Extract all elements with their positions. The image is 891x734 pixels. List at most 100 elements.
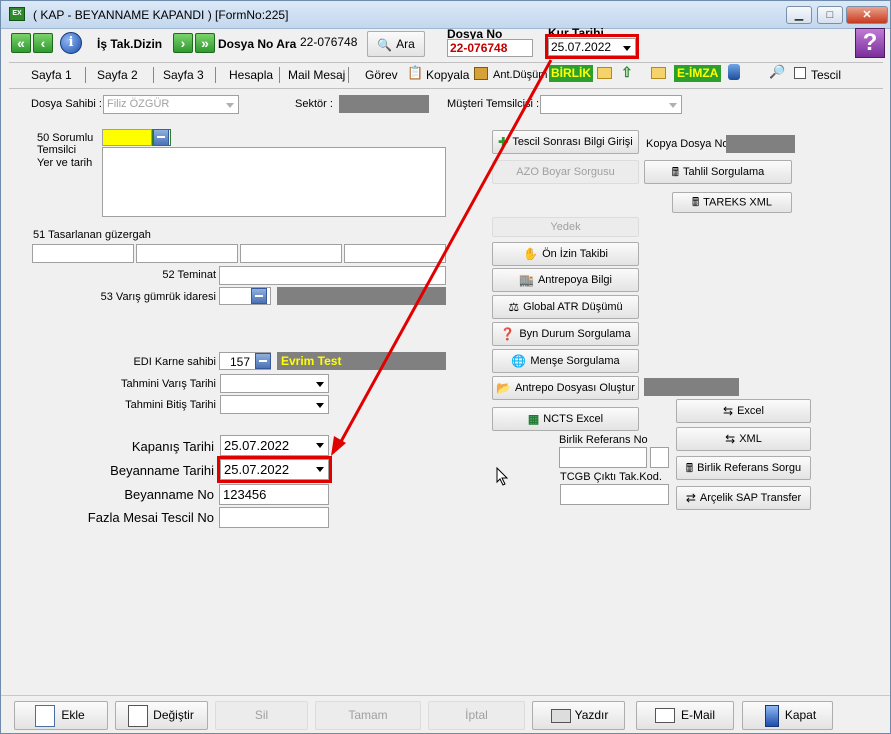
- tescil-sonrasi-label: Tescil Sonrası Bilgi Girişi: [512, 136, 633, 148]
- ara-button[interactable]: 🔍 Ara: [367, 31, 425, 57]
- global-atr-button[interactable]: ⚖ Global ATR Düşümü: [492, 295, 639, 319]
- teminat-field[interactable]: [219, 266, 446, 285]
- tescil-checkbox[interactable]: [794, 67, 806, 79]
- minimize-button[interactable]: ▁: [786, 6, 812, 24]
- birlik-ref-field[interactable]: [559, 447, 647, 468]
- tareks-xml-button[interactable]: 🖩 TAREKS XML: [672, 192, 792, 213]
- excel-button[interactable]: ⇆ Excel: [676, 399, 811, 423]
- yazdir-button[interactable]: Yazdır: [532, 701, 625, 730]
- folder-open-icon[interactable]: [597, 67, 612, 79]
- sorumlu-temsilci-field[interactable]: [102, 129, 152, 146]
- kapanis-tarihi-dropdown[interactable]: 25.07.2022: [220, 435, 329, 456]
- musteri-temsilcisi-dropdown[interactable]: [540, 95, 682, 114]
- tab-separator: [153, 67, 154, 83]
- guzergah-field-3[interactable]: [240, 244, 342, 263]
- birlik-ref-small-field[interactable]: [650, 447, 669, 468]
- tab-sayfa-1[interactable]: Sayfa 1: [31, 67, 72, 83]
- tcgb-field[interactable]: [560, 484, 669, 505]
- byn-durum-button[interactable]: ❓ Byn Durum Sorgulama: [492, 322, 639, 346]
- yer-tarih-textarea[interactable]: [102, 147, 446, 217]
- birlik-button[interactable]: BİRLİK: [549, 65, 593, 82]
- sektor-field: [339, 95, 429, 113]
- azo-boyar-button[interactable]: AZO Boyar Sorgusu: [492, 160, 639, 184]
- next-record-icon[interactable]: ›: [173, 33, 193, 53]
- ekle-button[interactable]: Ekle: [14, 701, 108, 730]
- app-icon: EX: [9, 7, 25, 21]
- mense-button[interactable]: 🌐 Menşe Sorgulama: [492, 349, 639, 373]
- upload-icon[interactable]: ⇧: [621, 64, 637, 80]
- new-document-icon: [35, 705, 55, 727]
- mouse-cursor-icon: [496, 467, 509, 486]
- tab-mail-mesaj[interactable]: Mail Mesaj: [288, 67, 345, 83]
- exit-door-icon: [765, 705, 779, 727]
- tamam-button[interactable]: Tamam: [315, 701, 421, 730]
- antrepoya-bilgi-button[interactable]: 🏬 Antrepoya Bilgi: [492, 268, 639, 292]
- tab-ant-dusum[interactable]: Ant.Düşüm: [493, 67, 547, 83]
- first-record-icon[interactable]: «: [11, 33, 31, 53]
- birlik-ref-sorgu-button[interactable]: 🖩 Birlik Referans Sorgu: [676, 456, 811, 480]
- yedek-button[interactable]: Yedek: [492, 217, 639, 237]
- tescil-sonrasi-button[interactable]: ✚ Tescil Sonrası Bilgi Girişi: [492, 130, 639, 154]
- sorumlu-temsilci-label: 50 Sorumlu Temsilci: [37, 132, 94, 156]
- title-bar: EX ( KAP - BEYANNAME KAPANDI ) [FormNo:2…: [1, 1, 890, 29]
- tab-kopyala[interactable]: Kopyala: [426, 67, 469, 83]
- arcelik-sap-label: Arçelik SAP Transfer: [699, 492, 802, 504]
- dosya-no-ara-label: Dosya No Ara: [218, 37, 297, 51]
- iptal-button[interactable]: İptal: [428, 701, 525, 730]
- lookup-icon[interactable]: [251, 288, 267, 304]
- dosya-no-field[interactable]: 22-076748: [447, 39, 533, 57]
- tab-sayfa-3[interactable]: Sayfa 3: [163, 67, 204, 83]
- printer-icon: [551, 709, 571, 723]
- usb-token-icon[interactable]: [728, 64, 740, 80]
- tab-hesapla[interactable]: Hesapla: [229, 67, 273, 83]
- arcelik-sap-button[interactable]: ⇄ Arçelik SAP Transfer: [676, 486, 811, 510]
- degistir-button[interactable]: Değiştir: [115, 701, 208, 730]
- last-record-icon[interactable]: »: [195, 33, 215, 53]
- search-document-icon[interactable]: 🔎: [769, 64, 785, 80]
- tab-separator: [215, 67, 216, 83]
- edit-icon: [128, 705, 148, 727]
- tahmini-varis-label: Tahmini Varış Tarihi: [121, 378, 216, 390]
- antrepo-olustur-button[interactable]: 📂 Antrepo Dosyası Oluştur: [492, 376, 639, 400]
- previous-record-icon[interactable]: ‹: [33, 33, 53, 53]
- folder-icon: 📂: [496, 381, 512, 396]
- info-icon[interactable]: i: [60, 32, 82, 54]
- main-window: EX ( KAP - BEYANNAME KAPANDI ) [FormNo:2…: [0, 0, 891, 734]
- tescil-label: Tescil: [811, 68, 842, 82]
- tahmini-bitis-dropdown[interactable]: [220, 395, 329, 414]
- guzergah-field-4[interactable]: [344, 244, 446, 263]
- chevron-down-icon: [669, 103, 677, 108]
- tab-gorev[interactable]: Görev: [365, 67, 398, 83]
- guzergah-field-1[interactable]: [32, 244, 134, 263]
- lookup-icon[interactable]: [255, 353, 271, 369]
- musteri-temsilcisi-label: Müşteri Temsilcisi :: [447, 98, 540, 110]
- arrow-head: [331, 436, 346, 456]
- e-imza-button[interactable]: E-İMZA: [674, 65, 722, 82]
- tab-sayfa-2[interactable]: Sayfa 2: [97, 67, 138, 83]
- globe-icon: 🌐: [511, 354, 527, 369]
- tahlil-sorgulama-button[interactable]: 🖩 Tahlil Sorgulama: [644, 160, 792, 184]
- sil-button[interactable]: Sil: [215, 701, 308, 730]
- dosya-no-ara-input[interactable]: 22-076748: [297, 33, 359, 53]
- ncts-excel-label: NCTS Excel: [543, 413, 604, 425]
- help-icon[interactable]: ?: [855, 28, 885, 58]
- ncts-excel-button[interactable]: ▦ NCTS Excel: [492, 407, 639, 431]
- kapat-button[interactable]: Kapat: [742, 701, 833, 730]
- xml-button[interactable]: ⇆ XML: [676, 427, 811, 451]
- fazla-mesai-field[interactable]: [219, 507, 329, 528]
- email-button[interactable]: E-Mail: [636, 701, 734, 730]
- export-icon: ⇆: [723, 404, 734, 419]
- tahmini-varis-dropdown[interactable]: [220, 374, 329, 393]
- beyanname-no-field[interactable]: 123456: [219, 484, 329, 505]
- folder-arrow-icon[interactable]: [651, 67, 666, 79]
- guzergah-field-2[interactable]: [136, 244, 238, 263]
- dosya-sahibi-dropdown[interactable]: Filiz ÖZGÜR: [103, 95, 239, 114]
- maximize-button[interactable]: □: [817, 6, 843, 24]
- yer-tarih-label: Yer ve tarih: [37, 157, 93, 169]
- transfer-icon: ⇄: [685, 491, 696, 506]
- on-izin-button[interactable]: ✋ Ön İzin Takibi: [492, 242, 639, 266]
- tahlil-sorgulama-label: Tahlil Sorgulama: [682, 166, 765, 178]
- close-button[interactable]: ✕: [846, 6, 888, 24]
- group-line: [9, 88, 883, 89]
- is-takip-label[interactable]: İş Tak.Dizin: [97, 37, 162, 51]
